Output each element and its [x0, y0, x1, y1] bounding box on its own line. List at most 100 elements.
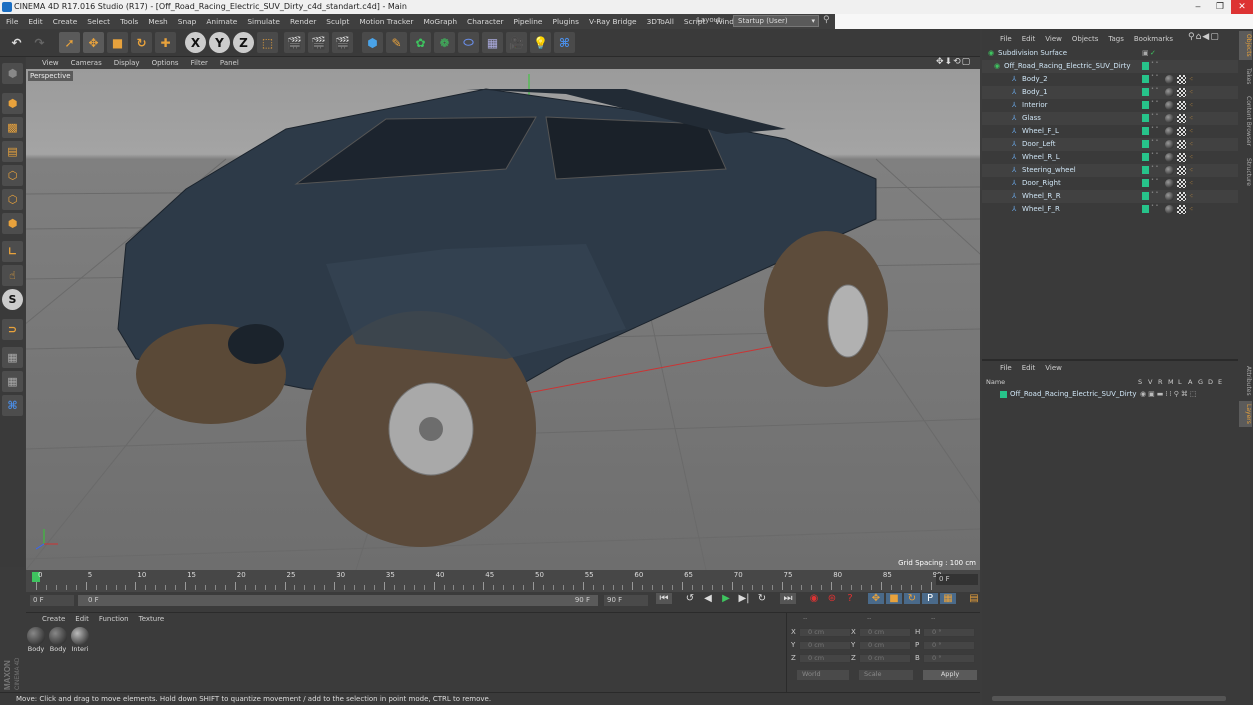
menu-item-mesh[interactable]: Mesh [148, 17, 167, 26]
menu-item-sculpt[interactable]: Sculpt [326, 17, 349, 26]
tab-attributes[interactable]: Attributes [1239, 363, 1252, 399]
uvw-tag-icon[interactable] [1177, 140, 1186, 149]
material-tag-icon[interactable] [1165, 153, 1174, 162]
material-item[interactable]: Interi [70, 627, 90, 653]
array-generator-icon[interactable]: ❁ [434, 32, 455, 53]
phong-tag-icon[interactable]: ⁖ [1189, 86, 1193, 99]
menu-item-mograph[interactable]: MoGraph [423, 17, 457, 26]
uvw-tag-icon[interactable] [1177, 114, 1186, 123]
menu-item-create[interactable]: Create [53, 17, 78, 26]
visibility-dots-icon[interactable]: • • [1151, 164, 1159, 170]
uvw-tag-icon[interactable] [1177, 127, 1186, 136]
menu-item-select[interactable]: Select [87, 17, 110, 26]
visibility-dots-icon[interactable]: • • [1151, 86, 1159, 92]
menu-item-motion-tracker[interactable]: Motion Tracker [359, 17, 413, 26]
coordinate-value-field[interactable]: 0 cm [799, 628, 851, 637]
object-row[interactable]: ◉ Off_Road_Racing_Electric_SUV_Dirty • • [982, 60, 1238, 73]
viewport-nav-icons[interactable]: ✥⬇⟲▢ [936, 57, 971, 67]
layer-color-swatch[interactable] [1142, 179, 1149, 187]
undo-icon[interactable]: ↶ [6, 32, 27, 53]
previous-key-icon[interactable]: ↺ [682, 593, 698, 604]
coordinate-value-field[interactable]: 0 ° [923, 628, 975, 637]
layer-column-r[interactable]: R [1158, 378, 1163, 386]
light-icon[interactable]: 💡 [530, 32, 551, 53]
key-parameter-icon[interactable]: P [922, 593, 938, 604]
object-menu-file[interactable]: File [1000, 35, 1012, 43]
phong-tag-icon[interactable]: ⁖ [1189, 190, 1193, 203]
max-frame-field[interactable]: 90 F [604, 595, 648, 606]
layer-color-swatch[interactable] [1142, 140, 1149, 148]
redo-icon[interactable]: ↷ [29, 32, 50, 53]
menu-item-3dtoall[interactable]: 3DToAll [647, 17, 674, 26]
next-key-icon[interactable]: ↻ [754, 593, 770, 604]
maximize-icon[interactable]: ❐ [1209, 0, 1231, 14]
tab-layers[interactable]: Layers [1239, 401, 1252, 427]
next-frame-icon[interactable]: ▶| [736, 593, 752, 604]
subdivision-surface-icon[interactable]: ✿ [410, 32, 431, 53]
layer-column-s[interactable]: S [1138, 378, 1142, 386]
live-selection-icon[interactable]: ➚ [59, 32, 80, 53]
viewport-menu-cameras[interactable]: Cameras [71, 59, 102, 67]
material-tag-icon[interactable] [1165, 192, 1174, 201]
menu-item-tools[interactable]: Tools [120, 17, 138, 26]
coordinate-value-field[interactable]: 0 ° [923, 654, 975, 663]
object-row[interactable]: ⅄ Wheel_F_R • • ⁖ [982, 203, 1238, 216]
layer-column-e[interactable]: E [1218, 378, 1222, 386]
scrollbar-thumb[interactable] [992, 696, 1226, 701]
object-row[interactable]: ⅄ Steering_wheel • • ⁖ [982, 164, 1238, 177]
texture-mode-icon[interactable]: ▩ [2, 117, 23, 138]
material-menu-function[interactable]: Function [99, 615, 129, 623]
menu-item-animate[interactable]: Animate [206, 17, 237, 26]
deformer-icon[interactable]: ⬭ [458, 32, 479, 53]
material-tag-icon[interactable] [1165, 179, 1174, 188]
layer-color-swatch[interactable] [1142, 75, 1149, 83]
uvw-tag-icon[interactable] [1177, 205, 1186, 214]
visibility-dots-icon[interactable]: • • [1151, 138, 1159, 144]
x-axis-lock-button[interactable]: X [185, 32, 206, 53]
magnet-icon[interactable]: ⊃ [2, 319, 23, 340]
object-row[interactable]: ⅄ Interior • • ⁖ [982, 99, 1238, 112]
python-script-icon[interactable]: ⌘ [554, 32, 575, 53]
layer-column-m[interactable]: M [1168, 378, 1174, 386]
layer-color-swatch[interactable] [1000, 391, 1007, 398]
uvw-tag-icon[interactable] [1177, 88, 1186, 97]
visibility-dots-icon[interactable]: • • [1151, 60, 1159, 66]
material-menu-edit[interactable]: Edit [75, 615, 89, 623]
material-tag-icon[interactable] [1165, 75, 1174, 84]
layer-color-swatch[interactable] [1142, 205, 1149, 213]
keyframe-selection-icon[interactable]: ? [842, 593, 858, 604]
uvw-tag-icon[interactable] [1177, 101, 1186, 110]
search-icon[interactable]: ⚲ [823, 15, 833, 27]
object-row[interactable]: ⅄ Wheel_R_R • • ⁖ [982, 190, 1238, 203]
enabled-check-icon[interactable]: ✓ [1150, 47, 1156, 60]
layer-column-l[interactable]: L [1178, 378, 1182, 386]
auto-key-icon[interactable]: ⊛ [824, 593, 840, 604]
object-row[interactable]: ⅄ Door_Left • • ⁖ [982, 138, 1238, 151]
phong-tag-icon[interactable]: ⁖ [1189, 177, 1193, 190]
layer-column-d[interactable]: D [1208, 378, 1213, 386]
phong-tag-icon[interactable]: ⁖ [1189, 203, 1193, 216]
layer-color-swatch[interactable] [1142, 153, 1149, 161]
coordinate-value-field[interactable]: 0 cm [859, 654, 911, 663]
layer-row[interactable]: Off_Road_Racing_Electric_SUV_Dirty ◉▣▬⁞⁞⚲… [982, 388, 1238, 401]
tab-structure[interactable]: Structure [1239, 155, 1252, 189]
layer-column-a[interactable]: A [1188, 378, 1192, 386]
polygons-mode-icon[interactable]: ⬢ [2, 213, 23, 234]
layer-color-swatch[interactable] [1142, 114, 1149, 122]
previous-frame-icon[interactable]: ◀ [700, 593, 716, 604]
coordinate-value-field[interactable]: 0 cm [799, 641, 851, 650]
menu-item-simulate[interactable]: Simulate [247, 17, 280, 26]
menu-item-pipeline[interactable]: Pipeline [514, 17, 543, 26]
layer-toggle-icons[interactable]: ◉▣▬⁞⁞⚲⌘⬚ [1140, 388, 1199, 401]
uvw-tag-icon[interactable] [1177, 75, 1186, 84]
visibility-dots-icon[interactable]: • • [1151, 99, 1159, 105]
world-select[interactable]: World [797, 670, 849, 680]
phong-tag-icon[interactable]: ⁖ [1189, 125, 1193, 138]
rotate-tool-icon[interactable]: ↻ [131, 32, 152, 53]
material-item[interactable]: Body [48, 627, 68, 653]
object-row[interactable]: ⅄ Body_2 • • ⁖ [982, 73, 1238, 86]
material-menu-texture[interactable]: Texture [139, 615, 165, 623]
object-row[interactable]: ⅄ Wheel_F_L • • ⁖ [982, 125, 1238, 138]
object-menu-view[interactable]: View [1045, 35, 1062, 43]
menu-item-plugins[interactable]: Plugins [552, 17, 578, 26]
